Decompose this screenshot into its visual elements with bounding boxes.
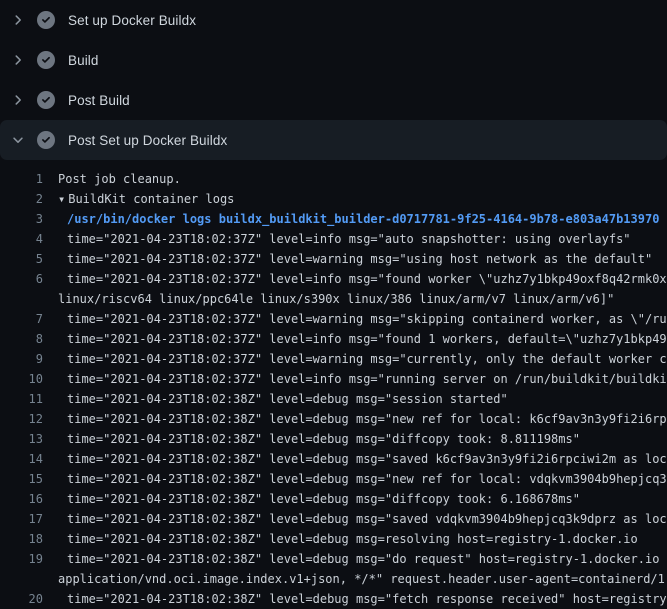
log-line-text: time="2021-04-23T18:02:38Z" level=debug … xyxy=(67,429,580,449)
log-line-number[interactable]: 17 xyxy=(0,509,43,529)
log-line-text: time="2021-04-23T18:02:37Z" level=warnin… xyxy=(67,309,667,329)
log-line-text: Post job cleanup. xyxy=(58,169,181,189)
log-line-text: time="2021-04-23T18:02:37Z" level=warnin… xyxy=(67,349,667,369)
log-line-text: time="2021-04-23T18:02:37Z" level=info m… xyxy=(67,329,667,349)
steps-list: Set up Docker Buildx Build Post Build xyxy=(0,0,667,160)
chevron-icon[interactable] xyxy=(10,132,26,148)
log-line-number[interactable]: 6 xyxy=(0,269,43,289)
log-line-text: time="2021-04-23T18:02:38Z" level=debug … xyxy=(67,549,667,569)
log-line-number[interactable]: 7 xyxy=(0,309,43,329)
log-line: 19 time="2021-04-23T18:02:38Z" level=deb… xyxy=(0,549,667,569)
log-line-text: application/vnd.oci.image.index.v1+json,… xyxy=(58,569,667,589)
chevron-icon[interactable] xyxy=(10,92,26,108)
log-area: 1 Post job cleanup. 2 ▾BuildKit containe… xyxy=(0,160,667,609)
log-line-text: time="2021-04-23T18:02:38Z" level=debug … xyxy=(67,509,667,529)
log-line-number[interactable]: 8 xyxy=(0,329,43,349)
log-line-text: time="2021-04-23T18:02:38Z" level=debug … xyxy=(67,469,667,489)
log-line: 8 time="2021-04-23T18:02:37Z" level=info… xyxy=(0,329,667,349)
step-label: Build xyxy=(68,53,99,68)
chevron-icon[interactable] xyxy=(10,12,26,28)
log-line: 15 time="2021-04-23T18:02:38Z" level=deb… xyxy=(0,469,667,489)
log-line-number[interactable]: 10 xyxy=(0,369,43,389)
step-header-post-build[interactable]: Post Build xyxy=(0,80,667,120)
check-circle-icon xyxy=(37,11,55,29)
log-line-number[interactable]: 14 xyxy=(0,449,43,469)
log-line-text: time="2021-04-23T18:02:37Z" level=info m… xyxy=(67,229,631,249)
log-line-number[interactable]: 2 xyxy=(0,189,43,209)
log-line: 7 time="2021-04-23T18:02:37Z" level=warn… xyxy=(0,309,667,329)
log-line-number[interactable]: 1 xyxy=(0,169,43,189)
log-line-number[interactable]: 15 xyxy=(0,469,43,489)
group-collapse-triangle-icon[interactable]: ▾ xyxy=(58,189,65,209)
log-line-text: time="2021-04-23T18:02:38Z" level=debug … xyxy=(67,409,667,429)
step-label: Post Build xyxy=(68,93,130,108)
log-line-text: time="2021-04-23T18:02:38Z" level=debug … xyxy=(67,449,667,469)
log-line: 11 time="2021-04-23T18:02:38Z" level=deb… xyxy=(0,389,667,409)
log-line: 6 time="2021-04-23T18:02:37Z" level=info… xyxy=(0,269,667,289)
log-line-number[interactable]: 3 xyxy=(0,209,43,229)
step-header-set-up-docker-buildx[interactable]: Set up Docker Buildx xyxy=(0,0,667,40)
log-line: 2 ▾BuildKit container logs xyxy=(0,189,667,209)
log-line: 16 time="2021-04-23T18:02:38Z" level=deb… xyxy=(0,489,667,509)
log-line-text: /usr/bin/docker logs buildx_buildkit_bui… xyxy=(67,209,659,229)
log-line-number[interactable]: 4 xyxy=(0,229,43,249)
log-line-number[interactable]: 16 xyxy=(0,489,43,509)
check-circle-icon xyxy=(37,131,55,149)
log-line: 14 time="2021-04-23T18:02:38Z" level=deb… xyxy=(0,449,667,469)
log-line-text: linux/riscv64 linux/ppc64le linux/s390x … xyxy=(58,289,614,309)
log-line: 1 Post job cleanup. xyxy=(0,169,667,189)
step-label: Post Set up Docker Buildx xyxy=(68,133,227,148)
workflow-log-viewer: Set up Docker Buildx Build Post Build xyxy=(0,0,667,609)
log-line-text: BuildKit container logs xyxy=(68,189,234,209)
log-line-number[interactable]: 18 xyxy=(0,529,43,549)
log-line: 17 time="2021-04-23T18:02:38Z" level=deb… xyxy=(0,509,667,529)
chevron-icon[interactable] xyxy=(10,52,26,68)
log-line-continuation: application/vnd.oci.image.index.v1+json,… xyxy=(0,569,667,589)
log-line: 9 time="2021-04-23T18:02:37Z" level=warn… xyxy=(0,349,667,369)
step-label: Set up Docker Buildx xyxy=(68,13,196,28)
log-line: 20 time="2021-04-23T18:02:38Z" level=deb… xyxy=(0,589,667,609)
log-line-text: time="2021-04-23T18:02:38Z" level=debug … xyxy=(67,389,508,409)
log-line-text: time="2021-04-23T18:02:38Z" level=debug … xyxy=(67,489,580,509)
log-line-number[interactable]: 19 xyxy=(0,549,43,569)
log-line: 18 time="2021-04-23T18:02:38Z" level=deb… xyxy=(0,529,667,549)
log-line-number[interactable]: 12 xyxy=(0,409,43,429)
check-circle-icon xyxy=(37,91,55,109)
log-line-number[interactable]: 13 xyxy=(0,429,43,449)
log-line-number[interactable]: 5 xyxy=(0,249,43,269)
log-line-number[interactable]: 9 xyxy=(0,349,43,369)
log-line-number[interactable]: 11 xyxy=(0,389,43,409)
step-header-build[interactable]: Build xyxy=(0,40,667,80)
log-line-text: time="2021-04-23T18:02:37Z" level=info m… xyxy=(67,269,667,289)
log-line-number xyxy=(0,569,43,589)
log-line-continuation: linux/riscv64 linux/ppc64le linux/s390x … xyxy=(0,289,667,309)
log-line: 3 /usr/bin/docker logs buildx_buildkit_b… xyxy=(0,209,667,229)
log-line: 4 time="2021-04-23T18:02:37Z" level=info… xyxy=(0,229,667,249)
log-line-text: time="2021-04-23T18:02:38Z" level=debug … xyxy=(67,529,638,549)
log-line: 12 time="2021-04-23T18:02:38Z" level=deb… xyxy=(0,409,667,429)
log-line: 13 time="2021-04-23T18:02:38Z" level=deb… xyxy=(0,429,667,449)
check-circle-icon xyxy=(37,51,55,69)
log-line-number xyxy=(0,289,43,309)
log-line-text: time="2021-04-23T18:02:37Z" level=info m… xyxy=(67,369,667,389)
log-line: 10 time="2021-04-23T18:02:37Z" level=inf… xyxy=(0,369,667,389)
log-line-text: time="2021-04-23T18:02:38Z" level=debug … xyxy=(67,589,667,609)
step-header-post-set-up-docker-buildx[interactable]: Post Set up Docker Buildx xyxy=(0,120,667,160)
log-line-text: time="2021-04-23T18:02:37Z" level=warnin… xyxy=(67,249,652,269)
log-line: 5 time="2021-04-23T18:02:37Z" level=warn… xyxy=(0,249,667,269)
log-line-number[interactable]: 20 xyxy=(0,589,43,609)
